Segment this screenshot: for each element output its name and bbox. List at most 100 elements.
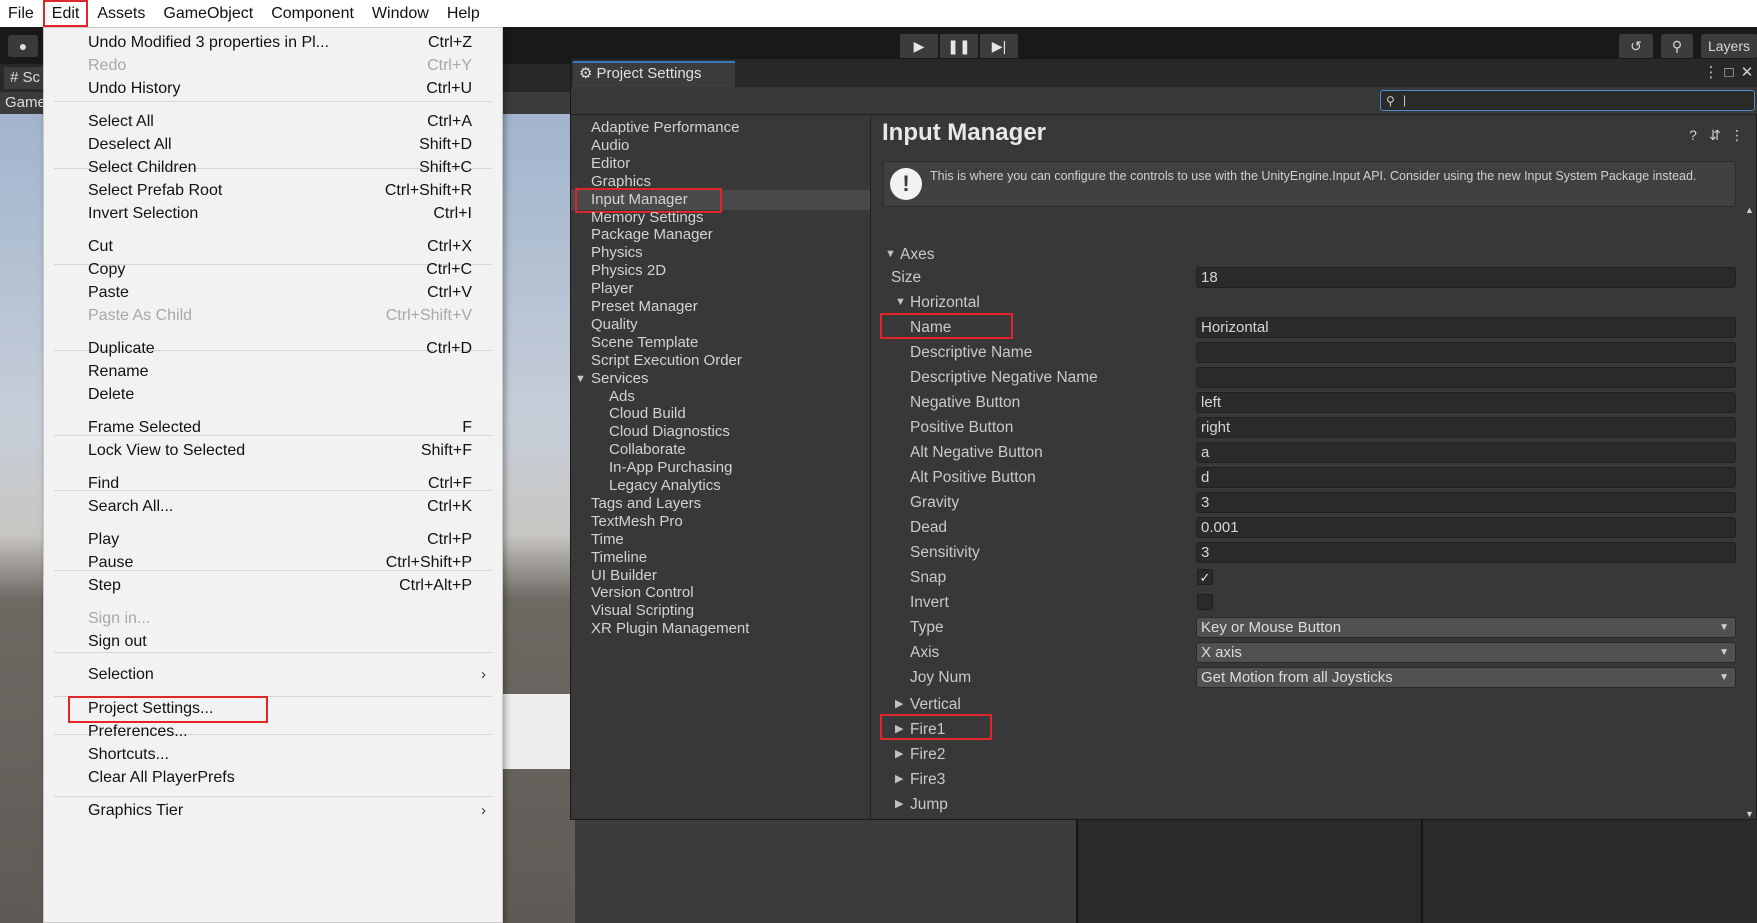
menu-item-shortcut: Ctrl+I — [433, 205, 472, 222]
menu-item-shortcut: Ctrl+Shift+V — [385, 307, 472, 324]
menu-item-graphics-tier[interactable]: Graphics Tier › — [44, 799, 502, 823]
help-icon[interactable]: ? — [1682, 127, 1704, 143]
menu-item-paste-as-child[interactable]: Paste As Child Ctrl+Shift+V — [44, 304, 502, 328]
menu-item-paste[interactable]: Paste Ctrl+V — [44, 281, 502, 305]
menu-file[interactable]: File — [0, 0, 43, 27]
scroll-down-icon[interactable]: ▼ — [1745, 809, 1754, 819]
gravity-field[interactable]: 3 — [1196, 492, 1736, 513]
menu-item-shortcut: Shift+F — [420, 442, 472, 459]
more-options-icon[interactable]: ⋮ — [1702, 63, 1720, 81]
negative-button-field[interactable]: left — [1196, 392, 1736, 413]
menu-item-label: Play — [88, 531, 120, 548]
menu-item-delete[interactable]: Delete — [44, 383, 502, 407]
menu-item-preferences[interactable]: Preferences... — [44, 720, 502, 744]
type-dropdown[interactable]: Key or Mouse Button ▼ — [1196, 617, 1736, 638]
more-options-icon[interactable]: ⋮ — [1726, 127, 1748, 144]
content-scrollbar[interactable]: ▲ ▼ — [1744, 205, 1756, 819]
menu-item-label: Sign out — [88, 633, 147, 650]
axis-dropdown[interactable]: X axis ▼ — [1196, 642, 1736, 663]
chevron-right-icon[interactable]: ▶ — [895, 742, 903, 767]
alt-positive-button-field[interactable]: d — [1196, 467, 1736, 488]
chevron-right-icon[interactable]: ▶ — [895, 767, 903, 792]
account-button[interactable]: ● — [8, 35, 38, 57]
menu-item-step[interactable]: Step Ctrl+Alt+P — [44, 574, 502, 598]
descriptive-negative-name-field[interactable] — [1196, 367, 1736, 388]
snap-checkbox[interactable]: ✓ — [1197, 569, 1213, 585]
chevron-down-icon: ▼ — [1719, 622, 1729, 633]
layers-dropdown[interactable]: Layers — [1701, 34, 1757, 58]
maximize-icon[interactable]: □ — [1720, 64, 1738, 81]
history-button[interactable]: ↺ — [1619, 34, 1653, 58]
menu-item-select-all[interactable]: Select All Ctrl+A — [44, 110, 502, 134]
menu-item-pause[interactable]: Pause Ctrl+Shift+P — [44, 551, 502, 575]
menu-item-deselect-all[interactable]: Deselect All Shift+D — [44, 133, 502, 157]
chevron-down-icon[interactable]: ▼ — [895, 290, 906, 315]
alt-negative-button-field[interactable]: a — [1196, 442, 1736, 463]
menu-item-frame-selected[interactable]: Frame Selected F — [44, 416, 502, 440]
scroll-up-icon[interactable]: ▲ — [1745, 205, 1754, 215]
menu-item-play[interactable]: Play Ctrl+P — [44, 528, 502, 552]
menu-item-search-all[interactable]: Search All... Ctrl+K — [44, 495, 502, 519]
close-icon[interactable]: ✕ — [1738, 63, 1756, 81]
chevron-down-icon[interactable]: ▼ — [885, 242, 896, 267]
menu-edit[interactable]: Edit — [42, 0, 89, 27]
preset-icon[interactable]: ⇵ — [1704, 127, 1726, 144]
menu-item-undo-history[interactable]: Undo History Ctrl+U — [44, 77, 502, 101]
search-button[interactable]: ⚲ — [1661, 34, 1693, 58]
menu-item-select-children[interactable]: Select Children Shift+C — [44, 156, 502, 180]
field-label: Alt Positive Button — [910, 469, 1036, 486]
menu-item-find[interactable]: Find Ctrl+F — [44, 472, 502, 496]
menu-item-shortcuts[interactable]: Shortcuts... — [44, 743, 502, 767]
chevron-right-icon[interactable]: ▶ — [895, 792, 903, 817]
size-label: Size — [891, 269, 922, 286]
field-row-sensitivity: Sensitivity 3 — [872, 540, 1744, 565]
search-icon: ⚲ — [1386, 94, 1395, 108]
chevron-right-icon[interactable]: ▶ — [895, 692, 903, 717]
pause-button[interactable]: ❚❚ — [940, 34, 978, 58]
tab-project-settings[interactable]: ⚙ Project Settings — [573, 61, 735, 87]
menu-component[interactable]: Component — [262, 0, 363, 27]
menu-item-select-prefab-root[interactable]: Select Prefab Root Ctrl+Shift+R — [44, 179, 502, 203]
menu-item-undo-modified-3-properties-in-pl[interactable]: Undo Modified 3 properties in Pl... Ctrl+… — [44, 31, 502, 55]
menu-item-shortcut: Ctrl+Shift+P — [385, 554, 472, 571]
dropdown-value: X axis — [1201, 644, 1242, 661]
sensitivity-field[interactable]: 3 — [1196, 542, 1736, 563]
chevron-right-icon[interactable]: ▶ — [895, 717, 903, 742]
menu-item-sign-out[interactable]: Sign out — [44, 630, 502, 654]
name-field[interactable]: Horizontal — [1196, 317, 1736, 338]
chevron-right-icon[interactable]: ▶ — [895, 817, 903, 819]
menu-item-label: Select All — [88, 113, 154, 130]
menu-item-selection[interactable]: Selection › — [44, 663, 502, 687]
menu-item-copy[interactable]: Copy Ctrl+C — [44, 258, 502, 282]
play-button[interactable]: ▶ — [900, 34, 938, 58]
dead-field[interactable]: 0.001 — [1196, 517, 1736, 538]
menu-item-redo[interactable]: Redo Ctrl+Y — [44, 54, 502, 78]
descriptive-name-field[interactable] — [1196, 342, 1736, 363]
menu-window[interactable]: Window — [363, 0, 438, 27]
menu-gameobject[interactable]: GameObject — [154, 0, 262, 27]
invert-checkbox[interactable] — [1197, 594, 1213, 610]
joy-num-dropdown[interactable]: Get Motion from all Joysticks ▼ — [1196, 667, 1736, 688]
menu-assets[interactable]: Assets — [88, 0, 154, 27]
menu-item-clear-all-playerprefs[interactable]: Clear All PlayerPrefs — [44, 766, 502, 790]
positive-button-field[interactable]: right — [1196, 417, 1736, 438]
menu-item-shortcut: Ctrl+U — [426, 80, 472, 97]
search-input[interactable]: ⚲ | — [1380, 90, 1755, 111]
menu-item-lock-view-to-selected[interactable]: Lock View to Selected Shift+F — [44, 439, 502, 463]
field-row-negative-button: Negative Button left — [872, 390, 1744, 415]
step-button[interactable]: ▶| — [980, 34, 1018, 58]
menu-item-duplicate[interactable]: Duplicate Ctrl+D — [44, 337, 502, 361]
menu-item-label: Delete — [88, 386, 135, 403]
menu-item-invert-selection[interactable]: Invert Selection Ctrl+I — [44, 202, 502, 226]
menu-help[interactable]: Help — [438, 0, 489, 27]
layers-label: Layers — [1707, 38, 1751, 54]
menu-item-rename[interactable]: Rename — [44, 360, 502, 384]
pause-icon: ❚❚ — [947, 38, 971, 54]
menu-item-cut[interactable]: Cut Ctrl+X — [44, 235, 502, 259]
menu-item-sign-in[interactable]: Sign in... — [44, 607, 502, 631]
tab-game[interactable]: Game — [5, 92, 46, 114]
size-field[interactable]: 18 — [1196, 267, 1736, 288]
menu-item-project-settings[interactable]: Project Settings... — [44, 697, 502, 721]
sidebar-item-xr-plugin-management[interactable]: XR Plugin Management — [571, 619, 870, 639]
menu-item-shortcut: Ctrl+K — [427, 498, 472, 515]
